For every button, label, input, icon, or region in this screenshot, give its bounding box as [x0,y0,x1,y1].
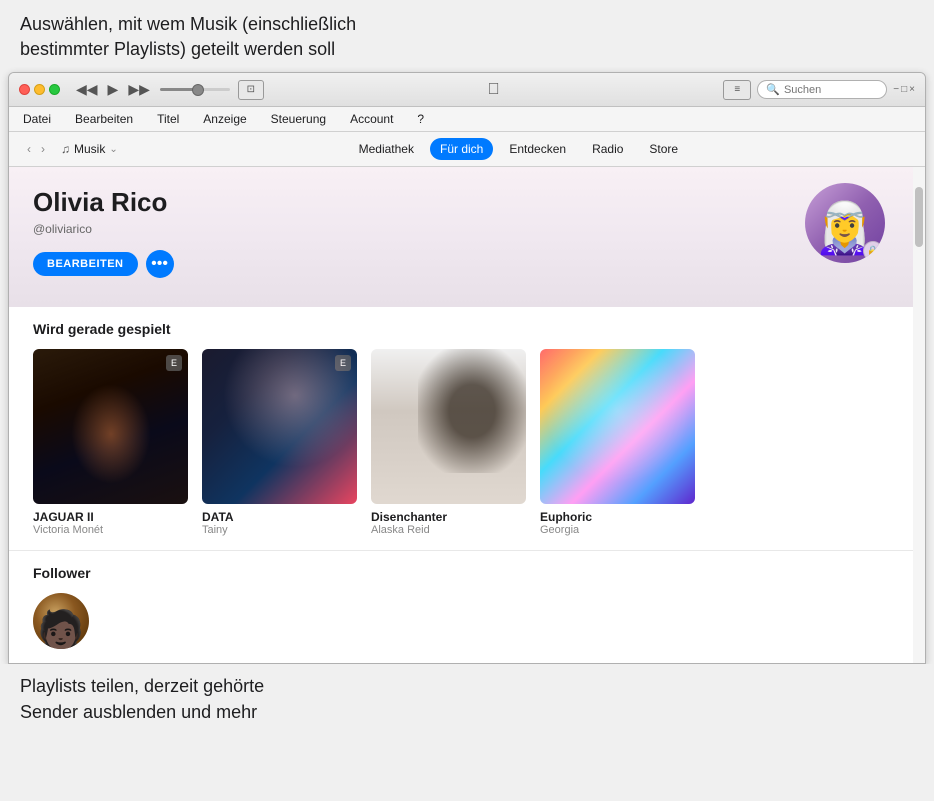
window-size-controls: − □ × [893,84,915,95]
search-input[interactable] [784,84,878,96]
album-item-data[interactable]: E DATA Tainy [202,349,357,536]
bottom-annotation: Playlists teilen, derzeit gehörte Sender… [0,664,934,734]
itunes-window: ◀◀ ▶ ▶▶ ⊡  ≡ 🔍 − □ × [8,72,926,664]
album-item-euphoric[interactable]: Euphoric Georgia [540,349,695,536]
minimize-button[interactable] [34,84,45,95]
album-badge-jaguar: E [166,355,182,371]
album-art-euphoric [540,349,695,504]
window-controls [19,84,60,95]
album-title-data: DATA [202,510,357,524]
window-minimize-btn[interactable]: − [893,84,899,95]
album-art-disenchanter [371,349,526,504]
rewind-button[interactable]: ◀◀ [74,79,100,100]
tab-entdecken[interactable]: Entdecken [499,138,576,160]
profile-name: Olivia Rico [33,187,901,218]
content-wrapper: Olivia Rico @oliviarico BEARBEITEN ••• 🧝… [9,167,925,663]
top-annotation: Auswählen, mit wem Musik (einschließlich… [0,0,934,72]
albums-grid: E JAGUAR II Victoria Monét E DATA Tainy [33,349,901,536]
title-bar: ◀◀ ▶ ▶▶ ⊡  ≡ 🔍 − □ × [9,73,925,107]
followers-title: Follower [33,565,901,581]
play-button[interactable]: ▶ [106,79,121,100]
profile-avatar: 🧝‍♀️ 🔒 [805,183,885,263]
window-restore-btn[interactable]: □ [901,84,907,95]
profile-handle: @oliviarico [33,222,901,236]
list-view-icon: ≡ [734,84,740,95]
volume-thumb [192,84,204,96]
menu-datei[interactable]: Datei [19,110,55,128]
nav-arrows: ‹ › [23,140,49,158]
search-box[interactable]: 🔍 [757,80,887,99]
nav-back-button[interactable]: ‹ [23,140,35,158]
apple-logo:  [272,81,715,99]
edit-button[interactable]: BEARBEITEN [33,252,138,276]
apple-icon:  [488,81,500,99]
scrollbar[interactable] [913,167,925,663]
nav-forward-button[interactable]: › [37,140,49,158]
album-artist-euphoric: Georgia [540,524,695,536]
content-area: Olivia Rico @oliviarico BEARBEITEN ••• 🧝… [9,167,925,663]
follower-avatar[interactable] [33,593,89,649]
now-playing-title: Wird gerade gespielt [33,321,901,337]
forward-button[interactable]: ▶▶ [126,79,152,100]
more-button[interactable]: ••• [146,250,174,278]
album-item-disenchanter[interactable]: Disenchanter Alaska Reid [371,349,526,536]
nav-tabs: Mediathek Für dich Entdecken Radio Store [126,138,911,160]
tab-store[interactable]: Store [639,138,688,160]
airplay-icon: ⊡ [247,84,255,95]
tab-radio[interactable]: Radio [582,138,633,160]
scroll-thumb[interactable] [915,187,923,247]
album-artist-disenchanter: Alaska Reid [371,524,526,536]
title-bar-right: ≡ 🔍 − □ × [723,80,915,100]
close-button[interactable] [19,84,30,95]
album-title-jaguar: JAGUAR II [33,510,188,524]
menu-bar: Datei Bearbeiten Titel Anzeige Steuerung… [9,107,925,132]
airplay-button[interactable]: ⊡ [238,80,264,100]
album-title-euphoric: Euphoric [540,510,695,524]
menu-steuerung[interactable]: Steuerung [267,110,330,128]
tab-mediathek[interactable]: Mediathek [349,138,424,160]
maximize-button[interactable] [49,84,60,95]
tab-fuer-dich[interactable]: Für dich [430,138,493,160]
transport-controls: ◀◀ ▶ ▶▶ [74,79,152,100]
menu-titel[interactable]: Titel [153,110,183,128]
now-playing-section: Wird gerade gespielt E JAGUAR II Victori… [9,307,925,551]
nav-location: ♫ Musik ⌄ [61,142,118,156]
window-close-btn[interactable]: × [909,84,915,95]
album-item-jaguar[interactable]: E JAGUAR II Victoria Monét [33,349,188,536]
search-icon: 🔍 [766,83,780,96]
menu-anzeige[interactable]: Anzeige [199,110,250,128]
music-icon: ♫ [61,142,70,156]
profile-actions: BEARBEITEN ••• [33,250,901,278]
album-art-jaguar: E [33,349,188,504]
nav-dropdown-icon[interactable]: ⌄ [109,144,117,155]
list-view-button[interactable]: ≡ [723,80,751,100]
album-artist-data: Tainy [202,524,357,536]
followers-section: Follower [9,551,925,663]
album-title-disenchanter: Disenchanter [371,510,526,524]
volume-slider[interactable] [160,88,230,91]
menu-help[interactable]: ? [413,110,428,128]
menu-bearbeiten[interactable]: Bearbeiten [71,110,137,128]
nav-bar: ‹ › ♫ Musik ⌄ Mediathek Für dich Entdeck… [9,132,925,167]
album-badge-data: E [335,355,351,371]
menu-account[interactable]: Account [346,110,397,128]
nav-location-label: Musik [74,142,105,156]
album-artist-jaguar: Victoria Monét [33,524,188,536]
profile-section: Olivia Rico @oliviarico BEARBEITEN ••• 🧝… [9,167,925,307]
album-art-data: E [202,349,357,504]
